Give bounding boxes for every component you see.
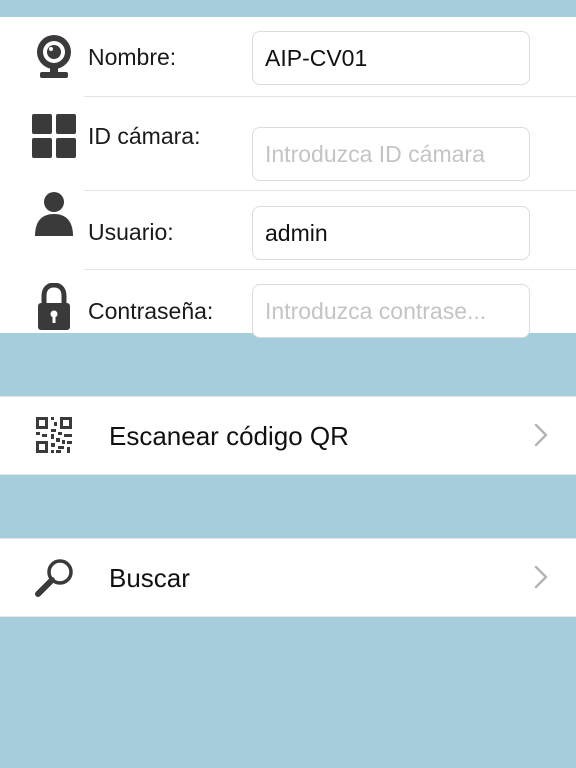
search-item[interactable]: Buscar <box>0 538 576 617</box>
camera-id-input[interactable] <box>252 127 530 181</box>
webcam-icon <box>30 33 78 81</box>
password-row: Contraseña: <box>0 269 576 348</box>
camera-id-row: ID cámara: <box>0 96 576 181</box>
qr-code-icon <box>34 415 76 457</box>
chevron-right-icon <box>534 423 548 447</box>
grid-icon <box>30 112 78 160</box>
chevron-right-icon <box>534 565 548 589</box>
name-label: Nombre: <box>88 44 177 70</box>
name-row: Nombre: <box>0 17 576 96</box>
camera-id-label: ID cámara: <box>88 123 201 149</box>
lock-icon <box>30 283 78 331</box>
scan-qr-label: Escanear código QR <box>109 421 349 451</box>
search-label: Buscar <box>109 563 190 593</box>
user-label: Usuario: <box>88 219 174 245</box>
user-icon <box>30 189 78 237</box>
name-input[interactable] <box>252 31 530 85</box>
camera-form: Nombre: ID cámara: Usuario: <box>0 17 576 338</box>
user-input[interactable] <box>252 206 530 260</box>
password-input[interactable] <box>252 284 530 338</box>
scan-qr-item[interactable]: Escanear código QR <box>0 396 576 475</box>
magnifier-icon <box>34 557 76 599</box>
top-spacer <box>0 0 576 17</box>
user-row: Usuario: <box>0 190 576 269</box>
password-label: Contraseña: <box>88 298 214 324</box>
